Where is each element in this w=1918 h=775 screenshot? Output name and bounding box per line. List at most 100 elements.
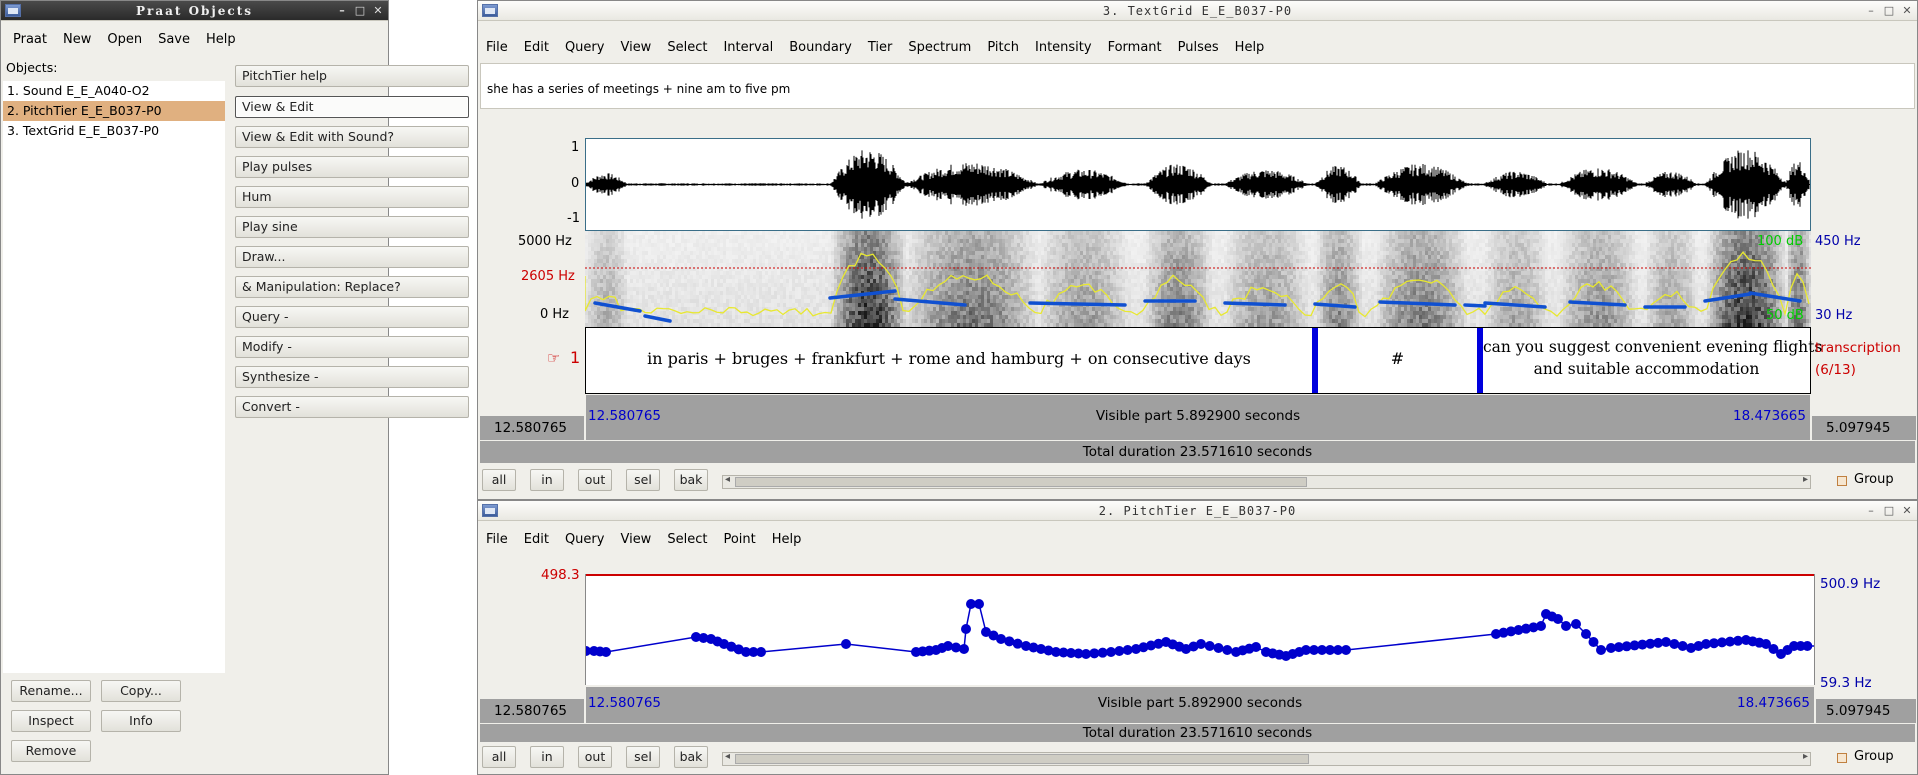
window-menu-icon[interactable] [482, 4, 498, 17]
spectrogram-panel[interactable] [585, 231, 1811, 327]
spectrogram-cell [672, 311, 675, 315]
manipulation-replace-button[interactable]: & Manipulation: Replace? [235, 276, 469, 298]
spectrogram-cell [1026, 243, 1029, 247]
window-menu-icon[interactable] [5, 4, 21, 17]
draw-button[interactable]: Draw... [235, 246, 469, 268]
menu-select[interactable]: Select [659, 37, 715, 59]
menu-save[interactable]: Save [150, 29, 198, 51]
pitchtier-help-button[interactable]: PitchTier help [235, 65, 469, 87]
spectrogram-cell [933, 247, 936, 251]
object-item-sound[interactable]: 1. Sound E_E_A040-O2 [3, 81, 225, 101]
view-edit-button[interactable]: View & Edit [235, 96, 469, 118]
textgrid-titlebar[interactable]: 3. TextGrid E_E_B037-P0 – □ ✕ [478, 1, 1917, 21]
spectrogram-cell [885, 319, 888, 323]
maximize-icon[interactable]: □ [1883, 4, 1895, 18]
spectrogram-cell [594, 291, 597, 295]
close-icon[interactable]: ✕ [1901, 4, 1913, 18]
spectrogram-cell [1017, 259, 1020, 263]
spectrogram-cell [651, 259, 654, 263]
spectrogram-cell [852, 303, 855, 307]
objects-list[interactable]: 1. Sound E_E_A040-O2 2. PitchTier E_E_B0… [3, 81, 225, 673]
spectrogram-cell [1119, 275, 1122, 279]
play-sine-button[interactable]: Play sine [235, 216, 469, 238]
menu-file[interactable]: File [478, 37, 516, 59]
object-item-textgrid[interactable]: 3. TextGrid E_E_B037-P0 [3, 121, 225, 141]
spectrogram-cell [702, 235, 705, 239]
hum-button[interactable]: Hum [235, 186, 469, 208]
menu-tier[interactable]: Tier [860, 37, 901, 59]
play-pulses-button[interactable]: Play pulses [235, 156, 469, 178]
menu-view[interactable]: View [612, 37, 659, 59]
spectrogram-cell [1044, 307, 1047, 311]
synthesize-button[interactable]: Synthesize - [235, 366, 469, 388]
spectrogram-cell [918, 231, 921, 235]
menu-boundary[interactable]: Boundary [781, 37, 860, 59]
spectrogram-cell [954, 251, 957, 255]
query-button[interactable]: Query - [235, 306, 469, 328]
modify-button[interactable]: Modify - [235, 336, 469, 358]
spectrogram-cell [1047, 255, 1050, 259]
info-button[interactable]: Info [101, 710, 181, 732]
menu-interval[interactable]: Interval [715, 37, 781, 59]
spectrogram-cell [1152, 259, 1155, 263]
menu-pitch[interactable]: Pitch [979, 37, 1027, 59]
menu-open[interactable]: Open [99, 29, 150, 51]
interval-text-field[interactable]: she has a series of meetings + nine am t… [480, 63, 1915, 109]
minimize-icon[interactable]: – [336, 4, 348, 18]
spectrogram-cell [1047, 239, 1050, 243]
menu-help[interactable]: Help [198, 29, 244, 51]
menu-help[interactable]: Help [1227, 37, 1273, 59]
inspect-button[interactable]: Inspect [11, 710, 91, 732]
menu-intensity[interactable]: Intensity [1027, 37, 1100, 59]
menu-formant[interactable]: Formant [1100, 37, 1170, 59]
spectrogram-cell [1143, 275, 1146, 279]
spectrogram-cell [657, 251, 660, 255]
spectrogram-cell [753, 271, 756, 275]
spectrogram-cell [792, 319, 795, 323]
spectrogram-cell [1077, 291, 1080, 295]
copy-button[interactable]: Copy... [101, 680, 181, 702]
spectrogram-cell [1173, 259, 1176, 263]
spectrogram-cell [987, 299, 990, 303]
spectrogram-cell [1086, 251, 1089, 255]
spectrogram-cell [645, 287, 648, 291]
menu-pulses[interactable]: Pulses [1170, 37, 1227, 59]
spectrogram-cell [1086, 299, 1089, 303]
spectrogram-cell [1194, 231, 1197, 235]
spectrogram-cell [1017, 315, 1020, 319]
spectrogram-cell [996, 279, 999, 283]
spectrogram-cell [642, 263, 645, 267]
minimize-icon[interactable]: – [1865, 4, 1877, 18]
spectrogram-cell [843, 279, 846, 283]
menu-spectrum[interactable]: Spectrum [900, 37, 979, 59]
spectrogram-cell [741, 279, 744, 283]
spectrogram-cell [651, 279, 654, 283]
spectrogram-cell [1095, 275, 1098, 279]
spectrogram-cell [783, 283, 786, 287]
spectrogram-cell [663, 275, 666, 279]
spectrogram-cell [741, 295, 744, 299]
spectrogram-cell [1080, 271, 1083, 275]
menu-new[interactable]: New [55, 29, 99, 51]
menu-praat[interactable]: Praat [5, 29, 55, 51]
view-edit-with-sound-button[interactable]: View & Edit with Sound? [235, 126, 469, 148]
menu-edit[interactable]: Edit [516, 37, 557, 59]
spectrogram-cell [741, 231, 744, 235]
spectrogram-cell [798, 251, 801, 255]
spectrogram-cell [648, 255, 651, 259]
remove-button[interactable]: Remove [11, 740, 91, 762]
convert-button[interactable]: Convert - [235, 396, 469, 418]
objects-titlebar[interactable]: Praat Objects – □ ✕ [1, 1, 388, 21]
close-icon[interactable]: ✕ [372, 4, 384, 18]
spectrogram-cell [720, 295, 723, 299]
waveform-panel[interactable] [585, 138, 1811, 231]
object-item-pitchtier[interactable]: 2. PitchTier E_E_B037-P0 [3, 101, 225, 121]
spectrogram-cell [1059, 243, 1062, 247]
spectrogram-cell [1197, 271, 1200, 275]
menu-query[interactable]: Query [557, 37, 613, 59]
rename-button[interactable]: Rename... [11, 680, 91, 702]
spectrogram-cell [1020, 283, 1023, 287]
spectrogram-cell [1038, 251, 1041, 255]
spectrogram-cell [1155, 239, 1158, 243]
maximize-icon[interactable]: □ [354, 4, 366, 18]
